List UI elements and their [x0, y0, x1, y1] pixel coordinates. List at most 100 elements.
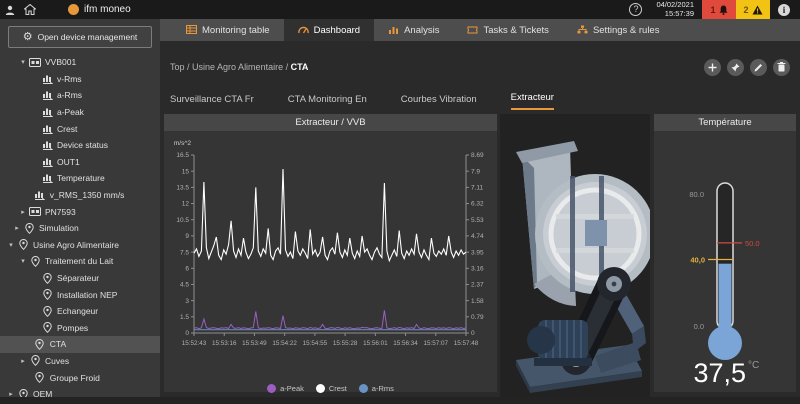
alarm-badge[interactable]: 1 [702, 0, 736, 19]
sidebar-item-label: PN7593 [45, 207, 76, 217]
sidebar-item-installation-nep[interactable]: Installation NEP [0, 286, 160, 303]
sidebar-item-pompes[interactable]: Pompes [0, 320, 160, 337]
legend-item-a-peak[interactable]: a-Peak [267, 384, 304, 393]
sidebar-item-v-rms-1350-mm-s[interactable]: v_RMS_1350 mm/s [0, 187, 160, 204]
x-axis-tick: 15:55:28 [333, 340, 358, 347]
pin-icon [40, 289, 54, 300]
sidebar-item-label: Groupe Froid [50, 373, 100, 383]
pin-icon [40, 322, 54, 333]
sidebar-item-label: a-Peak [57, 107, 84, 117]
open-device-management-label: Open device management [38, 32, 138, 42]
sidebar-item-s-parateur[interactable]: Séparateur [0, 270, 160, 287]
sidebar-item-temperature[interactable]: Temperature [0, 170, 160, 187]
sidebar-item-v-rms[interactable]: v-Rms [0, 71, 160, 88]
sidebar-item-simulation[interactable]: ▸ Simulation [0, 220, 160, 237]
pin-icon [28, 256, 42, 267]
tab-monitoring-table[interactable]: Monitoring table [172, 19, 284, 41]
brand-name: ifm moneo [84, 4, 131, 15]
warning-triangle-icon [752, 5, 763, 15]
info-icon[interactable]: i [778, 4, 790, 16]
help-icon[interactable]: ? [629, 3, 642, 16]
dashboard-tab-courbes-vibration[interactable]: Courbes Vibration [401, 94, 477, 110]
warning-threshold-label: 40,0 [690, 256, 705, 265]
time-text: 15:57:39 [665, 9, 694, 18]
tab-settings-rules[interactable]: Settings & rules [563, 19, 674, 41]
caret-down-icon[interactable]: ▾ [18, 257, 28, 265]
dashboard-tab-extracteur[interactable]: Extracteur [511, 92, 554, 110]
device-icon [28, 207, 42, 216]
tab-label: Settings & rules [593, 25, 660, 36]
sidebar-item-cuves[interactable]: ▸ Cuves [0, 353, 160, 370]
chart-legend: a-Peak Crest a-Rms [164, 379, 497, 397]
sidebar-item-vvb001[interactable]: ▾VVB001 [0, 54, 160, 71]
sidebar-item-traitement-du-lait[interactable]: ▾Traitement du Lait [0, 253, 160, 270]
caret-down-icon[interactable]: ▾ [6, 241, 16, 249]
sidebar-item-label: Simulation [39, 223, 79, 233]
sidebar-item-usine-agro-alimentaire[interactable]: ▾Usine Agro Alimentaire [0, 237, 160, 254]
sidebar-item-out1[interactable]: OUT1 [0, 154, 160, 171]
app-root: ifm moneo ? 04/02/2021 15:57:39 1 2 i Mo… [0, 0, 800, 404]
edit-button[interactable] [750, 59, 767, 76]
legend-dot [359, 384, 368, 393]
legend-item-crest[interactable]: Crest [316, 384, 347, 393]
caret-down-icon[interactable]: ▾ [18, 58, 28, 66]
home-icon[interactable] [20, 0, 40, 19]
y-right-tick: 3.95 [471, 249, 484, 256]
pin-button[interactable] [727, 59, 744, 76]
user-icon[interactable] [0, 0, 20, 19]
dashboard-tab-surveillance-cta-fr[interactable]: Surveillance CTA Fr [170, 94, 254, 110]
pin-icon [28, 355, 42, 366]
sidebar-item-crest[interactable]: Crest [0, 120, 160, 137]
temperature-panel: Température 80.0 0.0 50.0 40,0 37,5 °C [654, 114, 796, 392]
main-nav: Monitoring table DashboardAnalysisTasks &… [160, 19, 800, 41]
y-right-tick: 7.9 [471, 168, 480, 175]
y-right-tick: 4.74 [471, 233, 484, 240]
sidebar-item-pn7593[interactable]: ▸ PN7593 [0, 203, 160, 220]
series-crest [194, 169, 466, 261]
sidebar-item-label: v-Rms [57, 74, 82, 84]
legend-label: Crest [329, 384, 347, 393]
tab-label: Monitoring table [202, 25, 270, 36]
caret-right-icon[interactable]: ▸ [18, 208, 28, 216]
sidebar-item-label: Séparateur [57, 273, 99, 283]
sidebar-item-echangeur[interactable]: Echangeur [0, 303, 160, 320]
thermo-min-label: 0.0 [694, 322, 704, 331]
y-left-tick: 10.5 [176, 217, 189, 224]
ticket-icon [467, 25, 478, 36]
y-right-tick: 6.32 [471, 201, 484, 208]
tab-analysis[interactable]: Analysis [374, 19, 453, 41]
add-button[interactable] [704, 59, 721, 76]
delete-button[interactable] [773, 59, 790, 76]
sidebar-item-cta[interactable]: CTA [0, 336, 160, 353]
y-left-tick: 15 [182, 168, 190, 175]
sidebar-item-a-rms[interactable]: a-Rms [0, 87, 160, 104]
vibration-chart[interactable]: m/s^216.51513.51210.597.564.531.508.697.… [164, 131, 497, 374]
warning-count: 2 [743, 5, 748, 15]
tab-tasks-tickets[interactable]: Tasks & Tickets [453, 19, 562, 41]
legend-item-a-rms[interactable]: a-Rms [359, 384, 394, 393]
warning-badge[interactable]: 2 [736, 0, 770, 19]
breadcrumb-part[interactable]: CTA [291, 62, 309, 72]
y-left-tick: 9 [185, 233, 189, 240]
breadcrumb-part[interactable]: Usine Agro Alimentaire [192, 62, 283, 72]
brand-logo-icon [68, 4, 79, 15]
sidebar-item-label: CTA [50, 339, 66, 349]
sidebar-item-label: Cuves [45, 356, 69, 366]
open-device-management-button[interactable]: ⚙ Open device management [8, 26, 152, 48]
caret-right-icon[interactable]: ▸ [18, 357, 28, 365]
chart-icon [40, 107, 54, 117]
x-axis-tick: 15:52:43 [182, 340, 207, 347]
chart-panel-title: Extracteur / VVB [164, 114, 497, 131]
x-axis-tick: 15:57:48 [454, 340, 479, 347]
y-right-tick: 2.37 [471, 282, 484, 289]
caret-right-icon[interactable]: ▸ [12, 224, 22, 232]
sidebar-item-device-status[interactable]: Device status [0, 137, 160, 154]
thermo-bulb [708, 326, 742, 360]
tab-dashboard[interactable]: Dashboard [284, 19, 374, 41]
sidebar-item-groupe-froid[interactable]: Groupe Froid [0, 369, 160, 386]
pin-icon [16, 239, 30, 250]
page-bottom-strip [0, 397, 800, 404]
sidebar-item-a-peak[interactable]: a-Peak [0, 104, 160, 121]
breadcrumb-part[interactable]: Top [170, 62, 185, 72]
dashboard-tab-cta-monitoring-en[interactable]: CTA Monitoring En [288, 94, 367, 110]
